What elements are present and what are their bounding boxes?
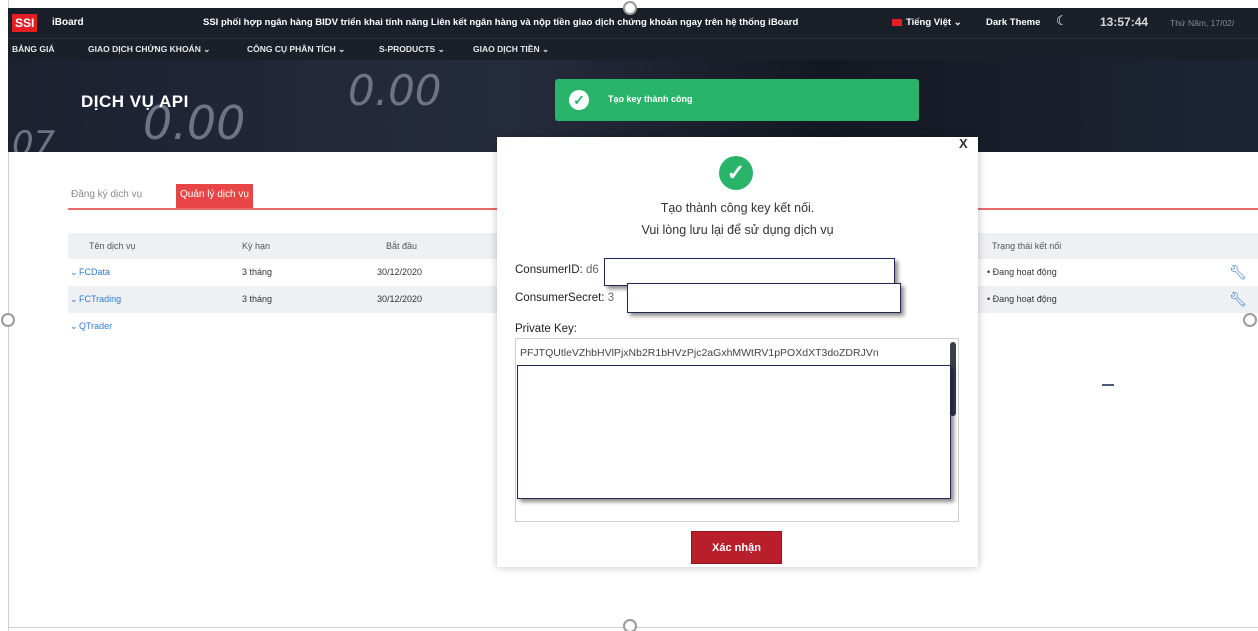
service-term: 3 tháng [242,267,273,277]
tab-manage-service[interactable]: Quản lý dịch vụ [176,184,253,209]
nav-item-giao-dich-tien[interactable]: GIAO DỊCH TIỀN ⌄ [473,44,549,55]
status-text: Đang hoạt động [992,267,1057,277]
theme-label: Dark Theme [986,17,1041,28]
expand-chevron-icon[interactable]: ⌄ [70,321,78,332]
chevron-down-icon: ⌄ [203,44,211,54]
check-circle-icon: ✓ [569,90,589,110]
connection-status: • Đang hoạt động [987,294,1057,304]
nav-item-cong-cu-phan-tich[interactable]: CÔNG CỤ PHÂN TÍCH ⌄ [247,44,345,55]
private-key-value: PFJTQUtleVZhbHVlPjxNb2R1bHVzPjc2aGxhMWtR… [520,347,879,359]
consumer-id-label: ConsumerID: [515,264,583,276]
service-start-date: 30/12/2020 [377,267,423,277]
consumer-secret-field[interactable]: ConsumerSecret: 3 [515,292,614,304]
service-name-link[interactable]: QTrader [79,321,112,331]
wrench-icon[interactable]: 🔧︎ [1229,264,1247,281]
tab-register-service[interactable]: Đăng ký dịch vụ [71,189,142,200]
nav-item-giao-dich-chung-khoan[interactable]: GIAO DỊCH CHỨNG KHOÁN ⌄ [88,44,210,55]
vietnam-flag-icon [892,18,902,26]
resize-handle[interactable] [1243,313,1257,327]
nav-label: GIAO DỊCH TIỀN [473,44,540,54]
chevron-down-icon: ⌄ [437,44,445,54]
check-circle-icon: ✓ [719,156,753,190]
nav-item-bang-gia[interactable]: BẢNG GIÁ [12,44,55,54]
service-start-date: 30/12/2020 [377,294,423,304]
news-ticker[interactable]: SSI phối hợp ngân hàng BIDV triển khai t… [203,17,873,28]
language-label: Tiếng Việt [906,17,952,28]
toast-message: Tạo key thành công [608,94,693,104]
expand-chevron-icon[interactable]: ⌄ [70,267,78,278]
modal-message-line1: Tạo thành công key kết nối. [660,201,815,215]
service-name-link[interactable]: FCData [79,267,110,277]
expand-chevron-icon[interactable]: ⌄ [70,294,78,305]
status-text: Đang hoạt động [992,294,1057,304]
banner-bg-number: 0.00 [348,66,442,115]
column-header: Bắt đầu [386,241,418,251]
redaction-box [627,283,901,313]
ssi-logo[interactable]: SSI [12,14,38,32]
chevron-down-icon: ⌄ [953,17,962,28]
service-name-link[interactable]: FCTrading [79,294,121,304]
resize-handle[interactable] [1,313,15,327]
key-created-modal: X ✓ Tạo thành công key kết nối. Vui lòng… [497,136,978,567]
consumer-secret-label: ConsumerSecret: [515,292,605,304]
private-key-label: Private Key: [515,323,577,335]
main-nav: BẢNG GIÁ GIAO DỊCH CHỨNG KHOÁN ⌄ CÔNG CỤ… [8,38,1258,60]
date-label: Thứ Năm, 17/02/ [1170,18,1235,28]
chevron-down-icon: ⌄ [338,44,346,54]
nav-label: S-PRODUCTS [379,44,436,54]
redaction-box [604,258,895,286]
clock: 13:57:44 [1100,15,1149,29]
banner-bg-number: 07 [12,124,56,152]
dash-mark [1102,384,1114,386]
column-header: Kỳ hạn [242,241,271,251]
nav-label: CÔNG CỤ PHÂN TÍCH [247,44,336,54]
wrench-icon[interactable]: 🔧︎ [1229,291,1247,308]
language-selector[interactable]: Tiếng Việt ⌄ [892,17,962,28]
nav-item-s-products[interactable]: S-PRODUCTS ⌄ [379,44,445,55]
screenshot-root: SSI iBoard SSI phối hợp ngân hàng BIDV t… [0,0,1258,631]
close-icon[interactable]: X [959,136,968,151]
service-term: 3 tháng [242,294,273,304]
consumer-secret-value: 3 [607,292,615,304]
column-header: Trạng thái kết nối [992,241,1062,251]
nav-label: BẢNG GIÁ [12,44,55,54]
consumer-id-value: d6 [585,264,599,276]
resize-handle[interactable] [623,619,637,631]
moon-icon[interactable]: ☾ [1056,13,1068,29]
resize-handle[interactable] [623,1,637,15]
page-title: DỊCH VỤ API [81,92,189,111]
connection-status: • Đang hoạt động [987,267,1057,277]
nav-label: GIAO DỊCH CHỨNG KHOÁN [88,44,201,54]
brand-name: iBoard [52,17,84,28]
chevron-down-icon: ⌄ [541,44,550,54]
modal-message-line2: Vui lòng lưu lại để sử dụng dịch vụ [641,223,834,237]
success-toast: ✓ Tạo key thành công [555,79,919,121]
consumer-id-field[interactable]: ConsumerID: d6 [515,264,599,276]
confirm-button[interactable]: Xác nhận [691,531,782,564]
column-header: Tên dịch vụ [89,241,136,251]
redaction-box [517,365,951,499]
